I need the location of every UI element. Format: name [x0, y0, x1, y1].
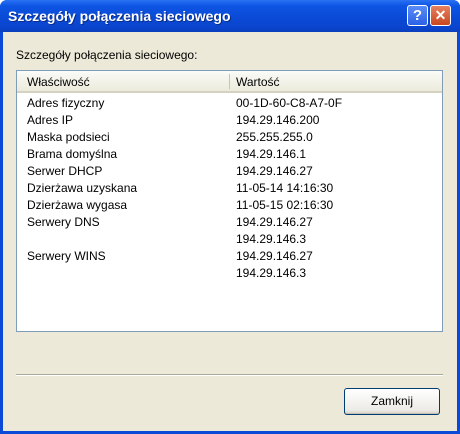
- property-cell: Brama domyślna: [27, 147, 118, 161]
- list-item[interactable]: Dzierżawa wygasa 11-05-15 02:16:30: [17, 197, 442, 214]
- property-cell: Adres IP: [27, 113, 74, 127]
- list-item[interactable]: 194.29.146.3: [17, 231, 442, 248]
- value-cell: 11-05-15 02:16:30: [236, 198, 334, 212]
- value-cell: 194.29.146.27: [236, 249, 313, 263]
- property-cell: Dzierżawa uzyskana: [27, 181, 138, 195]
- list-item[interactable]: Adres fizyczny 00-1D-60-C8-A7-0F: [17, 95, 442, 112]
- column-separator[interactable]: [229, 74, 230, 89]
- separator-line: [16, 374, 443, 376]
- close-window-button[interactable]: ✕: [430, 5, 451, 26]
- property-cell: Serwery WINS: [27, 249, 106, 263]
- value-cell: 194.29.146.27: [236, 164, 313, 178]
- title-bar[interactable]: Szczegóły połączenia sieciowego ? ✕: [0, 0, 460, 32]
- details-list[interactable]: Właściwość Wartość Adres fizyczny 00-1D-…: [16, 70, 443, 332]
- list-item[interactable]: Maska podsieci 255.255.255.0: [17, 129, 442, 146]
- column-header-value[interactable]: Wartość: [236, 75, 280, 89]
- property-cell: Serwer DHCP: [27, 164, 103, 178]
- value-cell: 255.255.255.0: [236, 130, 313, 144]
- dialog-window: Szczegóły połączenia sieciowego ? ✕ Szcz…: [0, 0, 460, 434]
- value-cell: 194.29.146.3: [236, 266, 307, 280]
- value-cell: 194.29.146.1: [236, 147, 307, 161]
- value-cell: 11-05-14 14:16:30: [236, 181, 334, 195]
- window-title: Szczegóły połączenia sieciowego: [8, 8, 231, 24]
- list-item[interactable]: Serwery WINS 194.29.146.27: [17, 248, 442, 265]
- column-header-property[interactable]: Właściwość: [27, 75, 90, 89]
- property-cell: Serwery DNS: [27, 215, 100, 229]
- property-cell: Adres fizyczny: [27, 96, 105, 110]
- value-cell: 194.29.146.27: [236, 215, 313, 229]
- help-icon: ?: [412, 7, 423, 24]
- list-item[interactable]: Brama domyślna 194.29.146.1: [17, 146, 442, 163]
- help-button[interactable]: ?: [407, 5, 428, 26]
- list-item[interactable]: 194.29.146.3: [17, 265, 442, 282]
- close-icon: ✕: [434, 7, 447, 23]
- dialog-body: Szczegóły połączenia sieciowego: Właściw…: [3, 32, 457, 431]
- list-item[interactable]: Serwery DNS 194.29.146.27: [17, 214, 442, 231]
- list-item[interactable]: Serwer DHCP 194.29.146.27: [17, 163, 442, 180]
- value-cell: 00-1D-60-C8-A7-0F: [236, 96, 343, 110]
- value-cell: 194.29.146.200: [236, 113, 320, 127]
- details-caption: Szczegóły połączenia sieciowego:: [16, 48, 198, 62]
- property-cell: Dzierżawa wygasa: [27, 198, 128, 212]
- value-cell: 194.29.146.3: [236, 232, 307, 246]
- property-cell: Maska podsieci: [27, 130, 110, 144]
- close-button[interactable]: Zamknij: [344, 388, 440, 415]
- list-header: Właściwość Wartość: [17, 71, 442, 93]
- list-item[interactable]: Dzierżawa uzyskana 11-05-14 14:16:30: [17, 180, 442, 197]
- list-item[interactable]: Adres IP 194.29.146.200: [17, 112, 442, 129]
